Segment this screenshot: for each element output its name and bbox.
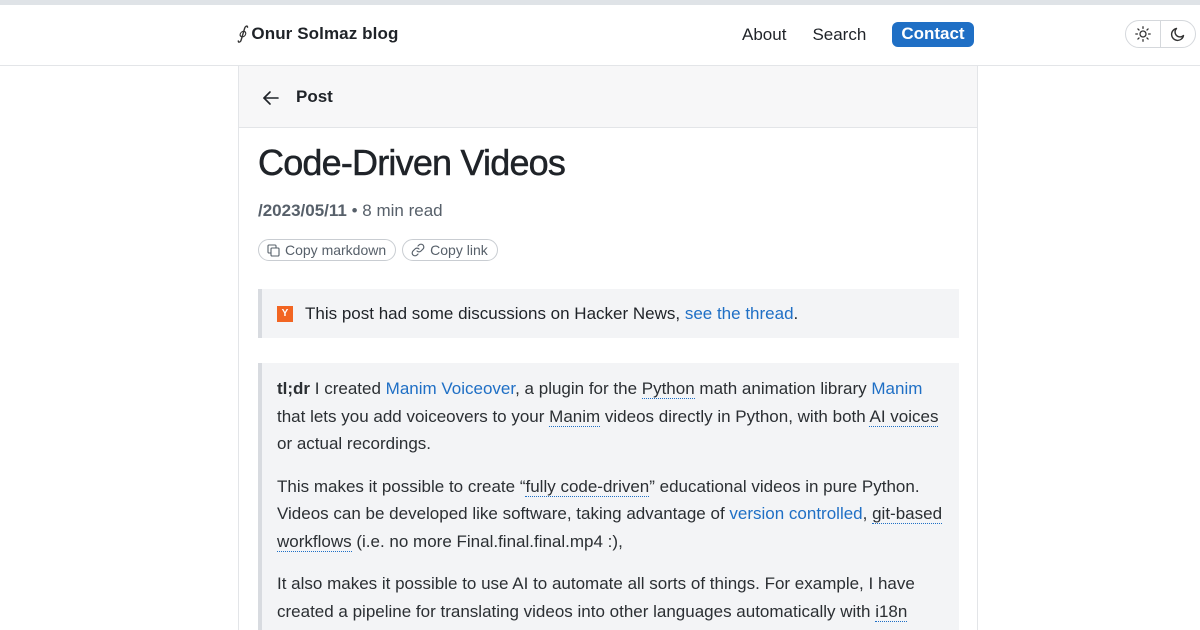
hacker-news-callout: Y This post had some discussions on Hack…: [258, 289, 959, 338]
moon-icon: [1170, 27, 1185, 42]
text: (i.e. no more Final.final.final.mp4 :),: [351, 531, 623, 551]
text: , a plugin for the: [515, 379, 642, 398]
text: that lets you add voiceovers to your: [277, 406, 550, 426]
arrow-left-icon: [263, 90, 279, 105]
nav-about-link[interactable]: About: [742, 25, 786, 45]
dark-theme-button[interactable]: [1161, 21, 1195, 47]
hn-text: This post had some discussions on Hacker…: [305, 304, 798, 324]
text: I created: [310, 379, 386, 398]
sun-icon: [1135, 26, 1151, 42]
post-section-label: Post: [296, 86, 333, 106]
main-nav: About Search Contact: [742, 22, 974, 47]
site-header: ∮ Onur Solmaz blog About Search Contact: [0, 5, 1200, 66]
fully-code-driven-term[interactable]: fully code-driven: [525, 476, 650, 497]
python-term[interactable]: Python: [641, 379, 695, 399]
manim-link[interactable]: Manim: [871, 379, 922, 398]
copy-markdown-label: Copy markdown: [285, 242, 387, 258]
text: ,: [862, 504, 873, 523]
ai-voices-term[interactable]: AI voices: [869, 406, 939, 427]
brand-name: Onur Solmaz blog: [251, 24, 399, 43]
link-icon: [411, 243, 425, 257]
page-title: Code-Driven Videos: [258, 142, 566, 184]
contact-button[interactable]: Contact: [892, 22, 974, 47]
hn-thread-link[interactable]: see the thread: [685, 304, 794, 323]
tldr-callout: tl;dr I created Manim Voiceover, a plugi…: [258, 363, 959, 630]
brand-logo-icon: ∮: [237, 23, 247, 44]
post-date: /2023/05/11: [258, 201, 347, 220]
text: It also makes it possible to use AI to a…: [277, 574, 915, 621]
tldr-paragraph-3: It also makes it possible to use AI to a…: [277, 570, 945, 630]
text: or actual recordings.: [277, 434, 432, 453]
tldr-label: tl;dr: [277, 379, 311, 398]
read-time: 8 min read: [362, 201, 443, 220]
copy-markdown-button[interactable]: Copy markdown: [258, 239, 397, 261]
light-theme-button[interactable]: [1126, 21, 1160, 47]
brand-link[interactable]: ∮ Onur Solmaz blog: [237, 24, 398, 44]
copy-icon: [267, 243, 280, 257]
hn-suffix: .: [793, 303, 799, 323]
copy-link-button[interactable]: Copy link: [402, 239, 498, 261]
copy-link-label: Copy link: [430, 242, 488, 258]
manim-term[interactable]: Manim: [549, 406, 601, 427]
theme-toggle: [1125, 20, 1196, 48]
hn-prefix: This post had some discussions on Hacker…: [305, 303, 685, 323]
post-header-bar: Post: [239, 66, 977, 128]
back-button[interactable]: [262, 90, 280, 106]
i18n-term[interactable]: i18n: [875, 601, 908, 622]
nav-search-link[interactable]: Search: [812, 25, 866, 45]
meta-separator: •: [351, 201, 358, 220]
tldr-paragraph-1: tl;dr I created Manim Voiceover, a plugi…: [277, 375, 945, 458]
hacker-news-icon: Y: [277, 305, 293, 322]
text: math animation library: [694, 379, 872, 398]
version-controlled-link[interactable]: version controlled: [729, 504, 862, 523]
post-meta: /2023/05/11 • 8 min read: [258, 201, 443, 221]
text: videos directly in Python, with both: [600, 406, 870, 426]
manim-voiceover-link[interactable]: Manim Voiceover: [386, 379, 515, 398]
copy-actions: Copy markdown Copy link: [258, 239, 498, 261]
tldr-paragraph-2: This makes it possible to create “fully …: [277, 473, 945, 556]
text: This makes it possible to create “: [277, 476, 526, 496]
article: Post Code-Driven Videos /2023/05/11 • 8 …: [238, 66, 978, 630]
